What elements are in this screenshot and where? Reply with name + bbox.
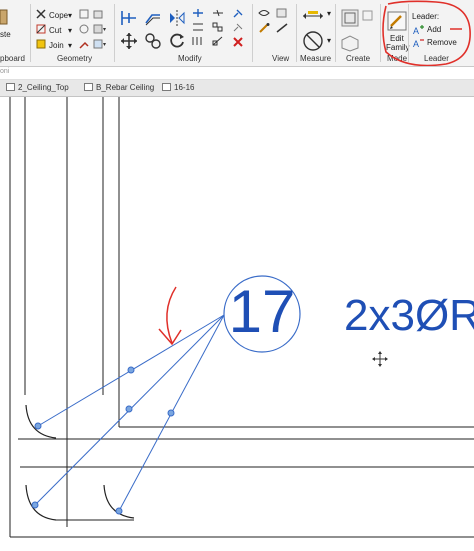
create-similar-icon[interactable] bbox=[362, 10, 374, 22]
geometry-tool-icon[interactable] bbox=[93, 39, 107, 49]
geometry-tool-icon[interactable] bbox=[79, 24, 89, 34]
drawing-canvas[interactable]: 17 2x3ØR bbox=[0, 97, 474, 551]
tab-2-ceiling-top[interactable]: 2_Ceiling_Top bbox=[18, 83, 69, 92]
group-separator bbox=[114, 4, 115, 62]
group-separator bbox=[335, 4, 336, 62]
cope-icon[interactable] bbox=[36, 9, 46, 19]
override-graphics-icon[interactable] bbox=[258, 22, 270, 34]
cut-icon[interactable] bbox=[36, 24, 46, 34]
red-highlight-annotation bbox=[382, 0, 471, 66]
view-tool-icon[interactable] bbox=[276, 8, 288, 18]
array-icon[interactable] bbox=[192, 36, 204, 46]
options-bar: oni bbox=[0, 67, 474, 80]
linework-icon[interactable] bbox=[276, 22, 288, 34]
geometry-tool-icon[interactable] bbox=[93, 9, 103, 19]
clipboard-group-label: pboard bbox=[0, 54, 25, 63]
view-group-label: View bbox=[272, 54, 290, 63]
cope-dropdown-icon[interactable]: ▾ bbox=[68, 11, 72, 20]
rebar-description-text[interactable]: 2x3ØR bbox=[344, 289, 474, 343]
cope-button[interactable]: Cope bbox=[49, 11, 68, 20]
unpin-icon[interactable] bbox=[232, 22, 244, 32]
paint-icon[interactable] bbox=[79, 39, 89, 49]
geometry-group-label: Geometry bbox=[57, 54, 93, 63]
offset-icon[interactable] bbox=[144, 9, 162, 27]
geometry-tool-icon[interactable] bbox=[79, 9, 89, 19]
trim-icon[interactable] bbox=[192, 8, 204, 18]
dimension-dropdown-icon[interactable]: ▾ bbox=[327, 36, 331, 45]
rebar-tag-number[interactable]: 17 bbox=[226, 277, 298, 347]
paste-icon[interactable] bbox=[0, 8, 8, 26]
group-separator bbox=[30, 4, 31, 62]
create-assembly-icon[interactable] bbox=[340, 8, 360, 28]
rotate-icon[interactable] bbox=[168, 32, 186, 50]
cut-dropdown-icon[interactable]: ▾ bbox=[68, 26, 72, 35]
join-dropdown-icon[interactable]: ▾ bbox=[68, 41, 72, 50]
join-button[interactable]: Join bbox=[49, 41, 64, 50]
align-icon[interactable] bbox=[120, 9, 138, 27]
ribbon: ste pboard Cope ▾ Cut ▾ Join ▾ Geometry bbox=[0, 0, 474, 67]
create-group-label: Create bbox=[346, 54, 371, 63]
view-tabs: 2_Ceiling_Top B_Rebar Ceiling 16-16 bbox=[0, 80, 474, 97]
create-group-icon[interactable] bbox=[340, 32, 360, 52]
tab-b-rebar-ceiling[interactable]: B_Rebar Ceiling bbox=[96, 83, 154, 92]
geometry-tool-icon[interactable] bbox=[93, 24, 107, 34]
delete-icon[interactable] bbox=[232, 36, 244, 48]
measure-group-label: Measure bbox=[300, 54, 332, 63]
group-separator bbox=[296, 4, 297, 62]
paste-button-label[interactable]: ste bbox=[0, 30, 11, 39]
measure-icon[interactable] bbox=[302, 10, 324, 22]
scale-icon[interactable] bbox=[212, 36, 224, 46]
cut-button[interactable]: Cut bbox=[49, 26, 61, 35]
tab-16-16[interactable]: 16-16 bbox=[174, 83, 194, 92]
modify-group-label: Modify bbox=[178, 54, 202, 63]
view-tab-icon bbox=[6, 83, 15, 91]
move-icon[interactable] bbox=[120, 32, 138, 50]
options-bar-text: oni bbox=[0, 68, 10, 75]
split-icon[interactable] bbox=[192, 22, 204, 32]
join-icon[interactable] bbox=[36, 39, 46, 49]
group-separator bbox=[252, 4, 253, 62]
hide-element-icon[interactable] bbox=[258, 8, 270, 18]
section-view-tab-icon bbox=[162, 83, 171, 91]
dimension-icon[interactable] bbox=[302, 30, 324, 52]
measure-dropdown-icon[interactable]: ▾ bbox=[327, 9, 331, 18]
array-tool-icon[interactable] bbox=[212, 22, 224, 32]
mirror-icon[interactable] bbox=[168, 9, 186, 27]
view-tab-icon bbox=[84, 83, 93, 91]
split-element-icon[interactable] bbox=[212, 8, 224, 18]
pin-icon[interactable] bbox=[232, 8, 244, 18]
copy-icon[interactable] bbox=[144, 32, 162, 50]
